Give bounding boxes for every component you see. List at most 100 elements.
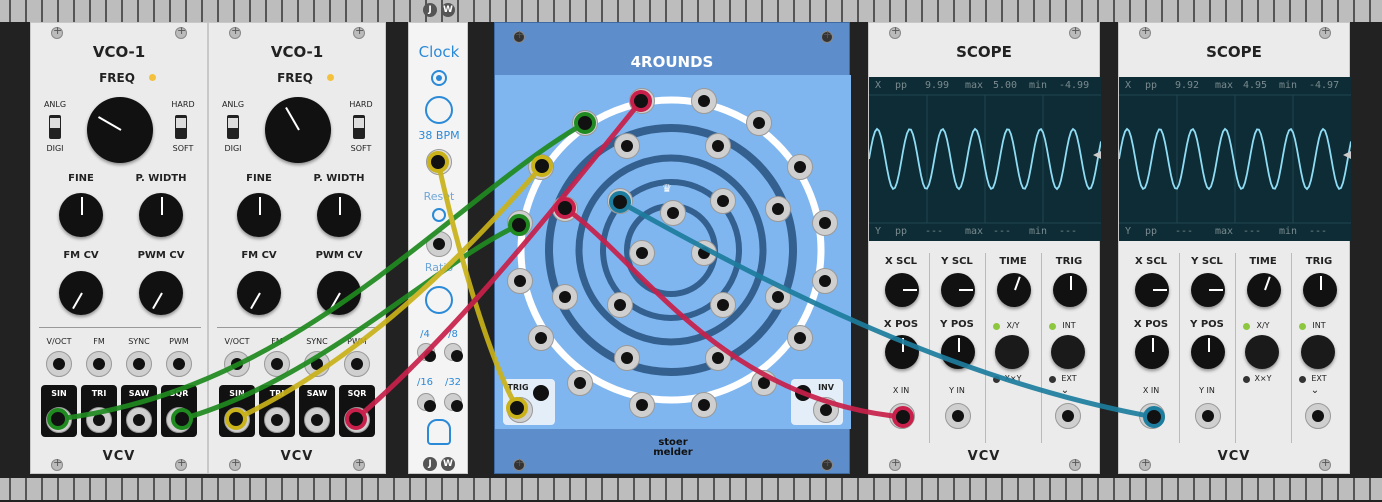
- rounds-jack[interactable]: [812, 210, 838, 236]
- rounds-jack[interactable]: [691, 240, 717, 266]
- rounds-jack[interactable]: [787, 325, 813, 351]
- hard-soft-switch[interactable]: [175, 115, 187, 139]
- rounds-jack[interactable]: [614, 133, 640, 159]
- tri-output-jack[interactable]: [264, 407, 290, 433]
- pwidth-knob[interactable]: [317, 193, 361, 237]
- div16-output-jack[interactable]: [417, 393, 436, 412]
- ratio-knob[interactable]: [425, 286, 453, 314]
- rounds-jack[interactable]: [765, 196, 791, 222]
- rounds-jack[interactable]: [705, 133, 731, 159]
- sin-output-jack[interactable]: [224, 407, 250, 433]
- rounds-jack[interactable]: [710, 188, 736, 214]
- pwmcv-knob[interactable]: [317, 271, 361, 315]
- freq-knob[interactable]: [87, 97, 153, 163]
- trig-knob[interactable]: [1053, 273, 1087, 307]
- freq-knob[interactable]: [265, 97, 331, 163]
- div8-output-jack[interactable]: [444, 343, 463, 362]
- rounds-jack[interactable]: [607, 292, 633, 318]
- fm-input-jack[interactable]: [86, 351, 112, 377]
- rounds-jack[interactable]: [629, 392, 655, 418]
- ypos-knob[interactable]: [1191, 335, 1225, 369]
- trig-source-button[interactable]: [1051, 335, 1085, 369]
- voct-input-jack[interactable]: [46, 351, 72, 377]
- sqr-output-jack[interactable]: [344, 407, 370, 433]
- rounds-jack[interactable]: [528, 154, 554, 180]
- xy-mode-button[interactable]: [995, 335, 1029, 369]
- voct-input-jack[interactable]: [224, 351, 250, 377]
- fmcv-knob[interactable]: [237, 271, 281, 315]
- ext-trig-input-jack[interactable]: [1305, 403, 1331, 429]
- trig-knob[interactable]: [1303, 273, 1337, 307]
- bpm-knob[interactable]: [425, 96, 453, 124]
- run-button[interactable]: [431, 70, 447, 86]
- rounds-jack[interactable]: [705, 345, 731, 371]
- pwm-input-jack[interactable]: [166, 351, 192, 377]
- reset-input-jack[interactable]: [426, 231, 452, 257]
- ext-trig-input-jack[interactable]: [1055, 403, 1081, 429]
- pwidth-knob[interactable]: [139, 193, 183, 237]
- rounds-jack[interactable]: [552, 196, 578, 222]
- rounds-jack[interactable]: [751, 370, 777, 396]
- clock-output-jack[interactable]: [426, 149, 452, 175]
- rounds-jack[interactable]: [710, 292, 736, 318]
- xxy-label: X×Y: [1004, 374, 1022, 383]
- rounds-jack[interactable]: [507, 268, 533, 294]
- rounds-jack[interactable]: [691, 392, 717, 418]
- saw-output-jack[interactable]: [304, 407, 330, 433]
- anlg-digi-switch[interactable]: [227, 115, 239, 139]
- rounds-jack[interactable]: [607, 188, 633, 214]
- yscl-knob[interactable]: [941, 273, 975, 307]
- sin-output-jack[interactable]: [46, 407, 72, 433]
- rounds-jack[interactable]: [812, 268, 838, 294]
- fmcv-knob[interactable]: [59, 271, 103, 315]
- trig-source-button[interactable]: [1301, 335, 1335, 369]
- anlg-digi-switch[interactable]: [49, 115, 61, 139]
- rounds-jack[interactable]: [629, 88, 655, 114]
- inv-button[interactable]: [795, 385, 811, 401]
- rounds-jack[interactable]: [572, 110, 598, 136]
- sqr-output-jack[interactable]: [166, 407, 192, 433]
- div32-output-jack[interactable]: [444, 393, 463, 412]
- tri-output-jack[interactable]: [86, 407, 112, 433]
- sync-input-jack[interactable]: [304, 351, 330, 377]
- xy-mode-button[interactable]: [1245, 335, 1279, 369]
- xscl-knob[interactable]: [1135, 273, 1169, 307]
- xin-input-jack[interactable]: [1139, 403, 1165, 429]
- yin-input-jack[interactable]: [945, 403, 971, 429]
- div4-output-jack[interactable]: [417, 343, 436, 362]
- rounds-jack[interactable]: [629, 240, 655, 266]
- pwmcv-knob[interactable]: [139, 271, 183, 315]
- rounds-jack[interactable]: [528, 325, 554, 351]
- sync-input-jack[interactable]: [126, 351, 152, 377]
- time-knob[interactable]: [997, 273, 1031, 307]
- inv-input-jack[interactable]: [813, 397, 839, 423]
- saw-output-jack[interactable]: [126, 407, 152, 433]
- rounds-jack[interactable]: [552, 284, 578, 310]
- fine-knob[interactable]: [237, 193, 281, 237]
- rounds-jack[interactable]: [507, 210, 533, 236]
- trig-button[interactable]: [533, 385, 549, 401]
- xscl-knob[interactable]: [885, 273, 919, 307]
- rounds-jack[interactable]: [787, 154, 813, 180]
- yin-input-jack[interactable]: [1195, 403, 1221, 429]
- ypos-knob[interactable]: [941, 335, 975, 369]
- xin-input-jack[interactable]: [889, 403, 915, 429]
- hard-soft-switch[interactable]: [353, 115, 365, 139]
- fine-knob[interactable]: [59, 193, 103, 237]
- yscl-knob[interactable]: [1191, 273, 1225, 307]
- rounds-jack[interactable]: [567, 370, 593, 396]
- trig-input-jack[interactable]: [507, 397, 533, 423]
- pwm-input-jack[interactable]: [344, 351, 370, 377]
- xxy-label: X×Y: [1254, 374, 1272, 383]
- xpos-knob[interactable]: [1135, 335, 1169, 369]
- rounds-jack[interactable]: [765, 284, 791, 310]
- fm-input-jack[interactable]: [264, 351, 290, 377]
- rounds-jack[interactable]: [691, 88, 717, 114]
- rounds-jack[interactable]: [660, 200, 686, 226]
- rack-rail-bottom: [0, 478, 1382, 500]
- reset-button[interactable]: [432, 208, 446, 222]
- rounds-jack[interactable]: [746, 110, 772, 136]
- time-knob[interactable]: [1247, 273, 1281, 307]
- rounds-jack[interactable]: [614, 345, 640, 371]
- xpos-knob[interactable]: [885, 335, 919, 369]
